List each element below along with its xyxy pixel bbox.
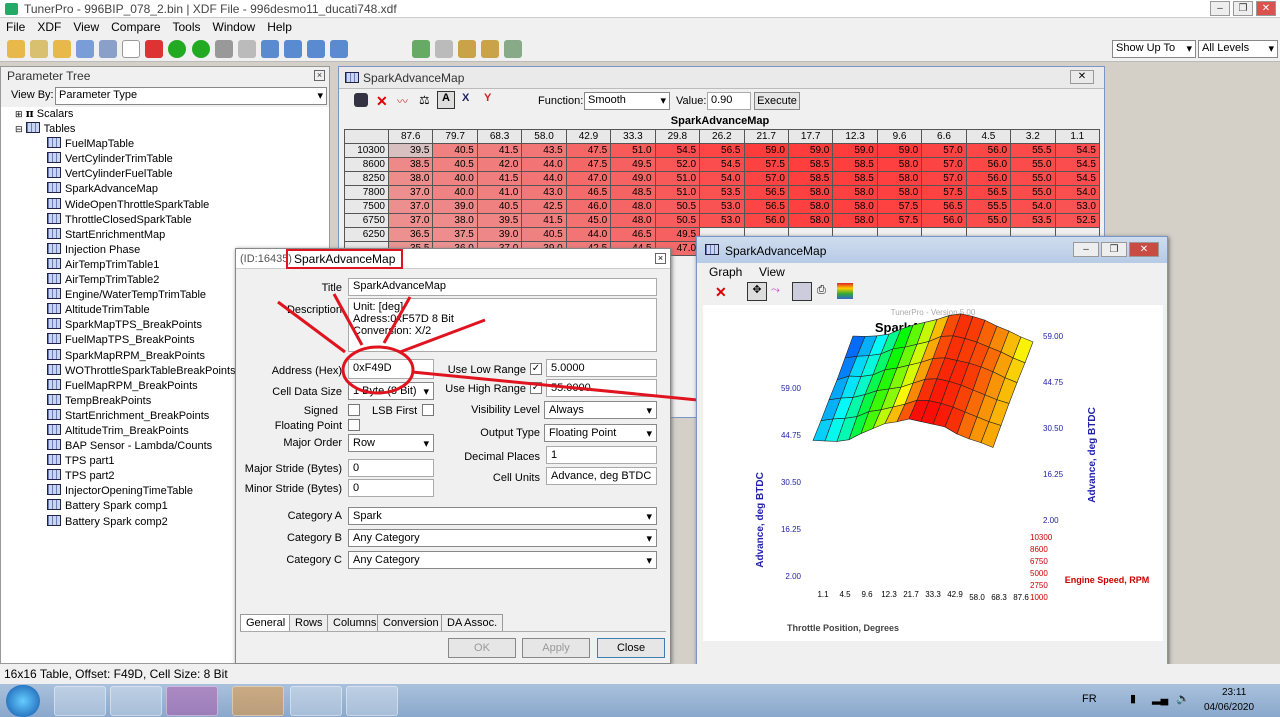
start-button[interactable] [6, 685, 40, 717]
graph-minimize-button[interactable]: – [1073, 242, 1099, 257]
clock-time: 23:11 [1222, 687, 1247, 698]
y-tick-left: 30.50 [781, 478, 802, 487]
z-axis-label: Engine Speed, RPM [1065, 575, 1150, 585]
x-tick: 4.5 [839, 590, 851, 599]
battery-icon[interactable]: ▮ [1130, 692, 1136, 705]
color-scale-icon[interactable] [837, 283, 853, 299]
surface-icon[interactable] [792, 282, 812, 301]
graph-toolbar: ✕ ✥ ⤳ ⎙ [697, 281, 1167, 303]
y-tick-right: 44.75 [1043, 378, 1064, 387]
table-icon [705, 244, 719, 255]
x-tick: 12.3 [881, 590, 897, 599]
x-tick: 33.3 [925, 590, 941, 599]
graph-close-button[interactable]: ✕ [1129, 242, 1159, 257]
taskbar-app-icon[interactable] [290, 686, 342, 716]
y-axis-label-left: Advance, deg BTDC [755, 472, 766, 568]
taskbar-hex-icon[interactable] [166, 686, 218, 716]
graph-maximize-button[interactable]: ❐ [1101, 242, 1127, 257]
x-tick: 68.3 [991, 593, 1007, 602]
x-tick: 58.0 [969, 593, 985, 602]
clock-date: 04/06/2020 [1204, 702, 1255, 713]
y-tick-left: 16.25 [781, 525, 802, 534]
status-bar: 16x16 Table, Offset: F49D, Cell Size: 8 … [0, 664, 1280, 684]
graph-window: SparkAdvanceMap – ❐ ✕ Graph View ✕ ✥ ⤳ ⎙… [696, 236, 1168, 668]
language-indicator[interactable]: FR [1082, 693, 1097, 705]
surface-chart: TunerPro - Version 5.00 SparkAdvanceMap … [703, 305, 1163, 641]
rpm-tick: 2750 [1030, 581, 1048, 590]
y-tick-left: 44.75 [781, 431, 802, 440]
x-tick: 42.9 [947, 590, 963, 599]
y-tick-left: 59.00 [781, 384, 802, 393]
rotate-icon[interactable]: ⤳ [771, 284, 780, 297]
x-axis-label: Throttle Position, Degrees [787, 623, 899, 633]
arrow-annotation [277, 300, 346, 354]
y-tick-right: 16.25 [1043, 470, 1064, 479]
taskbar: FR ▮ ▂▄ 🔈 23:11 04/06/2020 [0, 684, 1280, 717]
rpm-tick: 8600 [1030, 545, 1048, 554]
arrow-annotation [332, 293, 364, 346]
graph-menu-graph[interactable]: Graph [709, 265, 742, 279]
x-tick: 1.1 [817, 590, 829, 599]
address-circle-annotation [341, 345, 415, 395]
x-tick: 87.6 [1013, 593, 1029, 602]
y-tick-left: 2.00 [785, 572, 801, 581]
rpm-tick: 6750 [1030, 557, 1048, 566]
taskbar-paint-icon[interactable] [346, 686, 398, 716]
arrow-annotation [382, 296, 412, 344]
rpm-tick: 10300 [1030, 533, 1053, 542]
volume-icon[interactable]: 🔈 [1176, 692, 1190, 705]
y-axis-label-right: Advance, deg BTDC [1087, 407, 1098, 503]
y-tick-right: 2.00 [1043, 516, 1059, 525]
taskbar-explorer-icon[interactable] [54, 686, 106, 716]
rpm-tick: 1000 [1030, 593, 1048, 602]
x-tick: 9.6 [861, 590, 873, 599]
x-tick: 21.7 [903, 590, 919, 599]
move-icon[interactable]: ✥ [747, 282, 767, 301]
taskbar-chip-icon[interactable] [110, 686, 162, 716]
y-tick-right: 30.50 [1043, 424, 1064, 433]
y-tick-right: 59.00 [1043, 332, 1064, 341]
close-x-icon[interactable]: ✕ [715, 284, 727, 301]
graph-menu-bar: Graph View [697, 263, 1167, 281]
rpm-tick: 5000 [1030, 569, 1048, 578]
arrow-annotation [399, 318, 486, 354]
graph-menu-view[interactable]: View [759, 265, 785, 279]
graph-title-bar: SparkAdvanceMap – ❐ ✕ [697, 237, 1167, 263]
status-text: 16x16 Table, Offset: F49D, Cell Size: 8 … [4, 667, 228, 681]
taskbar-firefox-icon[interactable] [232, 686, 284, 716]
print-icon[interactable]: ⎙ [817, 284, 826, 297]
graph-window-title: SparkAdvanceMap [725, 244, 827, 258]
network-icon[interactable]: ▂▄ [1152, 692, 1168, 705]
